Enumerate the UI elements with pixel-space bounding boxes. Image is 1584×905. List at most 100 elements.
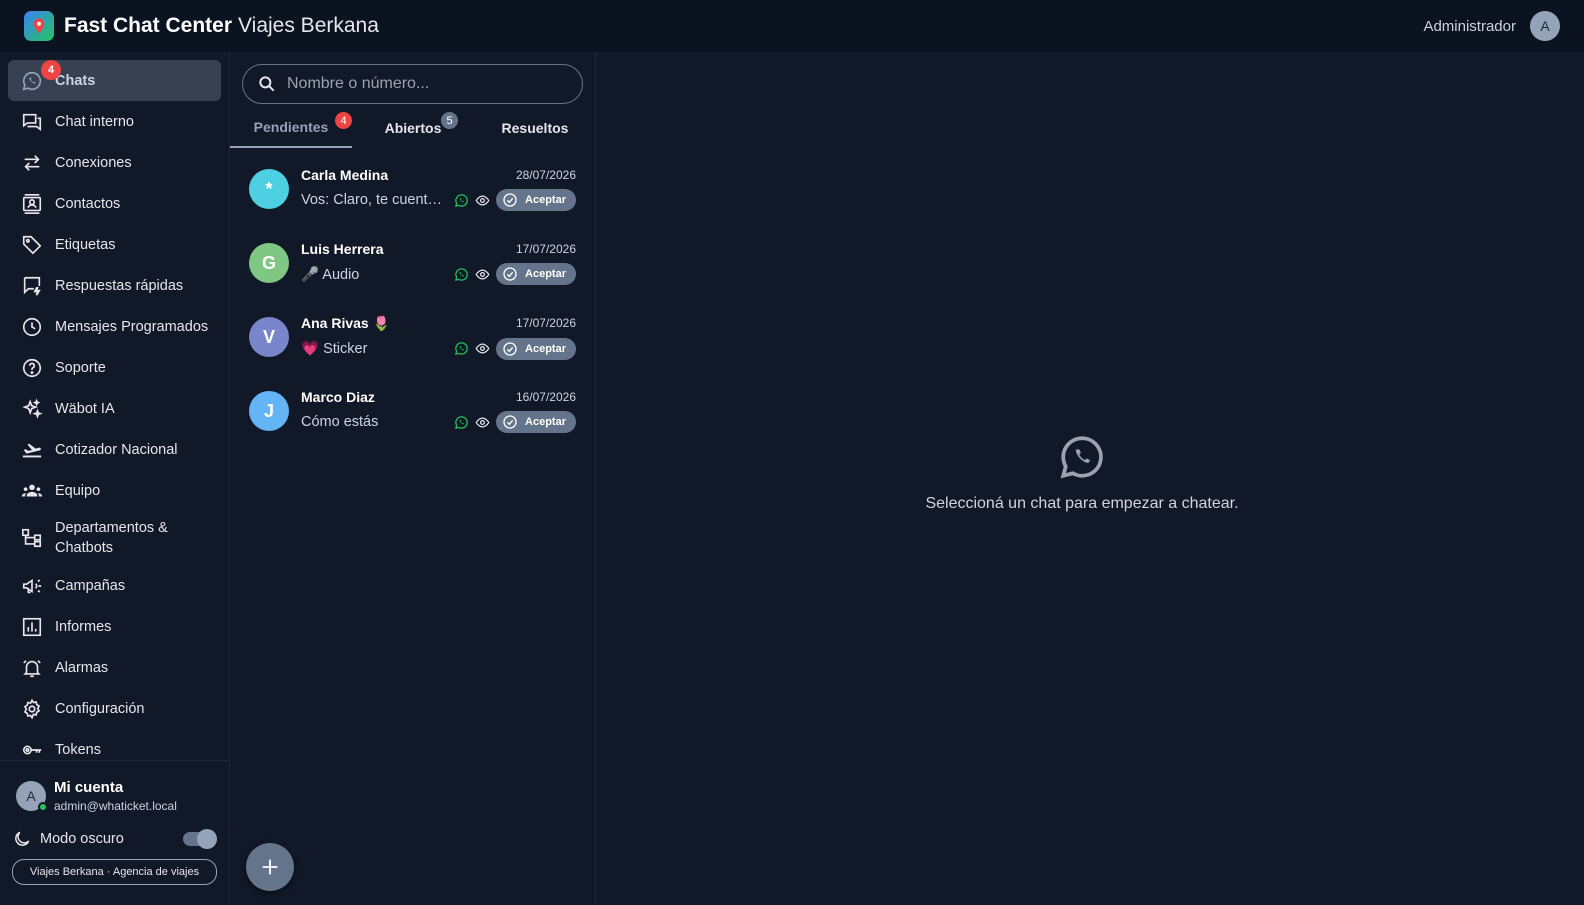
sidebar: 4 Chats Chat interno Conexiones Contacto… bbox=[0, 52, 230, 905]
sidebar-item-chats[interactable]: 4 Chats bbox=[8, 60, 221, 101]
accept-button[interactable]: Aceptar bbox=[496, 189, 576, 211]
sidebar-item-campanas[interactable]: Campañas bbox=[8, 565, 221, 606]
pendientes-badge: 4 bbox=[335, 112, 352, 129]
chats-badge: 4 bbox=[41, 60, 61, 80]
new-chat-button[interactable] bbox=[246, 843, 294, 891]
sidebar-item-configuracion[interactable]: Configuración bbox=[8, 688, 221, 729]
whatsapp-icon bbox=[455, 342, 468, 356]
tab-resueltos[interactable]: Resueltos bbox=[474, 108, 596, 148]
quick-reply-icon bbox=[20, 274, 44, 298]
accept-label: Aceptar bbox=[525, 268, 566, 280]
sidebar-item-informes[interactable]: Informes bbox=[8, 606, 221, 647]
account-title: Mi cuenta bbox=[54, 779, 124, 796]
group-icon bbox=[20, 479, 44, 503]
accept-button[interactable]: Aceptar bbox=[496, 411, 576, 433]
sidebar-item-etiquetas[interactable]: Etiquetas bbox=[8, 224, 221, 265]
tab-label: Resueltos bbox=[501, 120, 569, 136]
sidebar-item-label: Equipo bbox=[55, 482, 101, 499]
sidebar-item-label: Tokens bbox=[55, 741, 101, 758]
sidebar-item-label: Configuración bbox=[55, 700, 145, 717]
sidebar-item-chat-interno[interactable]: Chat interno bbox=[8, 101, 221, 142]
sidebar-item-label: Departamentos & Chatbots bbox=[55, 520, 168, 556]
accept-button[interactable]: Aceptar bbox=[496, 337, 576, 360]
clock-icon bbox=[20, 315, 44, 339]
chat-date: 17/07/2026 bbox=[515, 316, 576, 330]
brand-title: Fast Chat Center Viajes Berkana bbox=[64, 14, 379, 38]
sidebar-item-alarmas[interactable]: Alarmas bbox=[8, 647, 221, 688]
sidebar-item-label: Alarmas bbox=[55, 659, 109, 676]
contact-name: Marco Diaz bbox=[301, 389, 375, 405]
account-block[interactable]: A Mi cuenta admin@whaticket.local bbox=[16, 779, 217, 813]
chat-list-panel: Pendientes 4 Abiertos 5 Resueltos * Carl… bbox=[230, 52, 596, 905]
search-icon bbox=[259, 76, 275, 92]
chart-icon bbox=[20, 615, 44, 639]
eye-icon[interactable] bbox=[475, 193, 490, 208]
bell-icon bbox=[20, 656, 44, 680]
empty-state-text: Seleccioná un chat para empezar a chatea… bbox=[925, 495, 1239, 512]
whatsapp-icon bbox=[1060, 436, 1103, 479]
online-status-dot bbox=[38, 802, 48, 812]
sidebar-item-departamentos[interactable]: Departamentos & Chatbots bbox=[8, 511, 221, 565]
contact-avatar: J bbox=[249, 391, 289, 431]
sidebar-item-label: Informes bbox=[55, 618, 112, 635]
user-label[interactable]: Administrador bbox=[1423, 18, 1516, 35]
last-message: Vos: Claro, te cuento ... bbox=[301, 192, 449, 208]
chat-date: 17/07/2026 bbox=[515, 242, 576, 256]
search-input[interactable] bbox=[287, 75, 557, 93]
contact-name: Luis Herrera bbox=[301, 241, 384, 257]
sidebar-item-label: Mensajes Programados bbox=[55, 318, 209, 335]
forum-icon bbox=[20, 110, 44, 134]
plus-icon bbox=[262, 859, 278, 875]
chat-row[interactable]: G Luis Herrera 17/07/2026 🎤 Audio Acepta… bbox=[230, 226, 596, 300]
contact-avatar: G bbox=[249, 243, 289, 283]
search-box[interactable] bbox=[242, 64, 583, 104]
sidebar-item-label: Contactos bbox=[55, 195, 121, 212]
ticket-tabs: Pendientes 4 Abiertos 5 Resueltos bbox=[230, 108, 596, 148]
chat-row[interactable]: V Ana Rivas 🌷 17/07/2026 💗 Sticker Acept… bbox=[230, 300, 596, 374]
contact-avatar: V bbox=[249, 317, 289, 357]
gear-icon bbox=[20, 697, 44, 721]
sidebar-item-soporte[interactable]: Soporte bbox=[8, 347, 221, 388]
tab-abiertos[interactable]: Abiertos 5 bbox=[352, 108, 474, 148]
check-circle-icon bbox=[503, 267, 517, 281]
hierarchy-icon bbox=[20, 526, 44, 550]
accept-label: Aceptar bbox=[525, 416, 566, 428]
sidebar-item-equipo[interactable]: Equipo bbox=[8, 470, 221, 511]
tab-pendientes[interactable]: Pendientes 4 bbox=[230, 108, 352, 148]
sidebar-item-label: Chats bbox=[55, 72, 96, 89]
sidebar-item-label: Wäbot IA bbox=[55, 400, 115, 417]
sidebar-item-respuestas-rapidas[interactable]: Respuestas rápidas bbox=[8, 265, 221, 306]
contact-name: Carla Medina bbox=[301, 167, 389, 183]
accept-label: Aceptar bbox=[525, 342, 566, 355]
sidebar-item-label: Conexiones bbox=[55, 154, 132, 171]
dark-mode-toggle[interactable] bbox=[183, 829, 217, 849]
check-circle-icon bbox=[503, 341, 517, 356]
sidebar-item-tokens[interactable]: Tokens bbox=[8, 729, 221, 760]
sidebar-item-cotizador-nacional[interactable]: Cotizador Nacional bbox=[8, 429, 221, 470]
sparkle-icon bbox=[20, 397, 44, 421]
sidebar-item-wabot-ia[interactable]: Wäbot IA bbox=[8, 388, 221, 429]
whatsapp-icon bbox=[455, 193, 468, 207]
contacts-icon bbox=[20, 192, 44, 216]
chat-list: * Carla Medina 28/07/2026 Vos: Claro, te… bbox=[230, 152, 596, 448]
sidebar-item-mensajes-programados[interactable]: Mensajes Programados bbox=[8, 306, 221, 347]
eye-icon[interactable] bbox=[475, 415, 490, 430]
key-icon bbox=[20, 738, 44, 761]
account-initial: A bbox=[26, 788, 36, 804]
chat-row[interactable]: * Carla Medina 28/07/2026 Vos: Claro, te… bbox=[230, 152, 596, 226]
sidebar-item-conexiones[interactable]: Conexiones bbox=[8, 142, 221, 183]
sidebar-item-contactos[interactable]: Contactos bbox=[8, 183, 221, 224]
sidebar-nav: 4 Chats Chat interno Conexiones Contacto… bbox=[0, 52, 229, 760]
app-logo bbox=[24, 11, 54, 41]
account-email: admin@whaticket.local bbox=[54, 799, 177, 813]
top-bar: Fast Chat Center Viajes Berkana Administr… bbox=[0, 0, 1584, 52]
company-name: Viajes Berkana bbox=[238, 14, 379, 37]
user-avatar[interactable]: A bbox=[1530, 11, 1560, 41]
chat-main-area: Seleccioná un chat para empezar a chatea… bbox=[596, 52, 1584, 905]
eye-icon[interactable] bbox=[475, 341, 490, 356]
accept-button[interactable]: Aceptar bbox=[496, 263, 576, 285]
eye-icon[interactable] bbox=[475, 267, 490, 282]
chat-row[interactable]: J Marco Diaz 16/07/2026 Cómo estás Acept… bbox=[230, 374, 596, 448]
airplane-icon bbox=[20, 438, 44, 462]
tab-label: Abiertos bbox=[384, 120, 442, 136]
